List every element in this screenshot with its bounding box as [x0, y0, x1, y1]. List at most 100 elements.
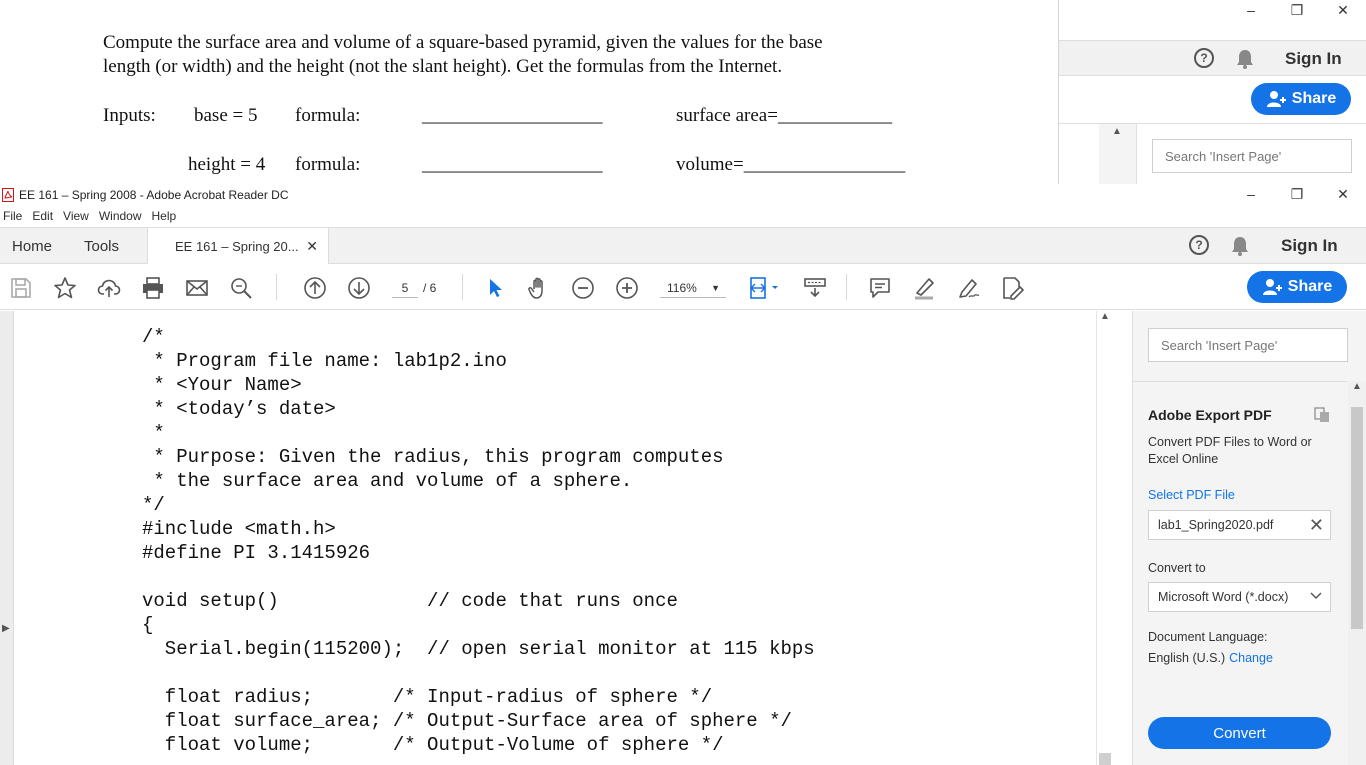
menu-view[interactable]: View [58, 209, 94, 223]
menu-edit[interactable]: Edit [27, 209, 58, 223]
export-pdf-icon[interactable] [1314, 407, 1330, 423]
code-line: * Program file name: lab1p2.ino [142, 350, 507, 372]
scrollbar-thumb[interactable] [1351, 407, 1363, 629]
window-title: EE 161 – Spring 2008 - Adobe Acrobat Rea… [19, 188, 289, 202]
save-icon[interactable] [9, 276, 33, 300]
sign-in-link[interactable]: Sign In [1281, 236, 1338, 256]
share-label: Share [1287, 278, 1333, 295]
upload-cloud-icon[interactable] [97, 276, 121, 300]
code-line: * the surface area and volume of a spher… [142, 470, 633, 492]
scroll-up-icon[interactable]: ▲ [1100, 311, 1110, 322]
hand-tool-icon[interactable] [527, 276, 551, 300]
toolbar: 5 / 6 116% ▼ Share [0, 264, 1366, 310]
bell-icon[interactable] [1235, 48, 1255, 70]
scroll-up-icon[interactable]: ▲ [1352, 381, 1362, 392]
help-glyph: ? [1200, 51, 1208, 65]
scroll-up-icon[interactable]: ▲ [1112, 126, 1122, 137]
print-icon[interactable] [141, 276, 165, 300]
selected-file-name: lab1_Spring2020.pdf [1158, 518, 1274, 532]
tab-close-icon[interactable]: ✕ [306, 238, 318, 255]
chevron-down-icon [1310, 592, 1322, 600]
tab-document[interactable]: EE 161 – Spring 20... ✕ [147, 228, 329, 265]
export-pdf-title: Adobe Export PDF [1148, 407, 1272, 423]
zoom-select[interactable]: 116% ▼ [660, 278, 726, 298]
remove-file-icon[interactable]: ✕ [1309, 515, 1324, 536]
menu-help[interactable]: Help [147, 209, 182, 223]
highlight-icon[interactable] [912, 276, 936, 300]
export-pdf-description: Convert PDF Files to Word or Excel Onlin… [1148, 435, 1312, 466]
minimize-icon[interactable]: – [1228, 184, 1274, 204]
pane-scrollbar[interactable]: ▲ [1348, 381, 1366, 765]
add-user-icon [1262, 279, 1282, 295]
background-side-panel: – ❐ ✕ ? Sign In Share ▲ Search 'Insert P… [1058, 0, 1366, 184]
document-scrollbar[interactable]: ▲ [1096, 311, 1112, 765]
doc-text-line: base = 5 [194, 105, 258, 126]
toolbar-separator [462, 274, 463, 300]
restore-icon[interactable]: ❐ [1274, 0, 1320, 20]
doc-text-line: formula: [295, 154, 361, 175]
expand-left-pane-icon[interactable]: ▶ [2, 623, 10, 634]
page-number-input[interactable]: 5 [392, 278, 418, 298]
background-window: Compute the surface area and volume of a… [0, 0, 1366, 184]
edit-icon[interactable] [1000, 276, 1024, 300]
document-language: English (U.S.) Change [1148, 650, 1273, 667]
email-icon[interactable] [185, 276, 209, 300]
search-input[interactable]: Search 'Insert Page' [1152, 139, 1352, 173]
help-icon[interactable]: ? [1189, 235, 1209, 255]
page-total: / 6 [423, 281, 437, 295]
tab-home[interactable]: Home [12, 228, 52, 264]
selected-file-field[interactable]: lab1_Spring2020.pdf ✕ [1148, 510, 1331, 540]
next-page-icon[interactable] [347, 276, 371, 300]
tab-tools[interactable]: Tools [84, 228, 119, 264]
sign-in-link[interactable]: Sign In [1285, 49, 1342, 69]
minimize-icon[interactable]: – [1228, 0, 1274, 20]
toolbar-separator [276, 274, 277, 300]
find-icon[interactable] [229, 276, 253, 300]
tab-bar: Home Tools EE 161 – Spring 20... ✕ ? Sig… [0, 227, 1366, 265]
code-line: void setup() // code that runs once [142, 590, 678, 612]
previous-page-icon[interactable] [303, 276, 327, 300]
code-line: Serial.begin(115200); // open serial mon… [142, 638, 815, 660]
doc-text-line: ___________________ [422, 154, 603, 175]
bell-icon[interactable] [1230, 235, 1250, 257]
right-pane-toggle[interactable]: ▶ [1112, 311, 1116, 765]
restore-icon[interactable]: ❐ [1274, 184, 1320, 204]
zoom-in-icon[interactable] [615, 276, 639, 300]
doc-text-line: Inputs: [103, 105, 156, 126]
zoom-out-icon[interactable] [571, 276, 595, 300]
change-language-link[interactable]: Change [1229, 651, 1273, 665]
menu-file[interactable]: File [0, 209, 27, 223]
doc-text-line: volume=_________________ [676, 154, 906, 175]
convert-to-label: Convert to [1148, 561, 1206, 575]
code-line: * [142, 422, 165, 444]
toolbar-separator [846, 274, 847, 300]
close-icon[interactable]: ✕ [1320, 0, 1366, 20]
doc-text-line: ___________________ [422, 105, 603, 126]
menu-window[interactable]: Window [94, 209, 147, 223]
document-view[interactable]: ▶ /* * Program file name: lab1p2.ino * <… [0, 311, 1116, 765]
comment-icon[interactable] [868, 276, 892, 300]
convert-button[interactable]: Convert [1148, 717, 1331, 749]
code-line: #include <math.h> [142, 518, 336, 540]
help-icon[interactable]: ? [1194, 48, 1214, 68]
scrollbar-thumb[interactable] [1099, 753, 1111, 765]
read-mode-icon[interactable] [803, 276, 827, 300]
select-cursor-icon[interactable] [483, 276, 507, 300]
doc-text-line: height = 4 [188, 154, 266, 175]
menu-bar: File Edit View Window Help [0, 206, 181, 226]
format-select[interactable]: Microsoft Word (*.docx) [1148, 582, 1331, 612]
acrobat-window: EE 161 – Spring 2008 - Adobe Acrobat Rea… [0, 184, 1366, 765]
select-pdf-file-link[interactable]: Select PDF File [1148, 487, 1235, 504]
search-input[interactable]: Search 'Insert Page' [1148, 328, 1348, 362]
bookmark-star-icon[interactable] [53, 276, 77, 300]
background-document: Compute the surface area and volume of a… [0, 0, 1058, 184]
close-icon[interactable]: ✕ [1320, 184, 1366, 204]
share-button[interactable]: Share [1251, 83, 1351, 115]
background-scrollbar[interactable]: ▲ [1099, 124, 1137, 184]
fit-page-icon[interactable] [748, 276, 782, 300]
left-nav-strip[interactable]: ▶ [0, 311, 14, 765]
sign-icon[interactable] [956, 276, 980, 300]
document-language-label: Document Language: [1148, 630, 1268, 644]
share-button[interactable]: Share [1247, 271, 1347, 303]
